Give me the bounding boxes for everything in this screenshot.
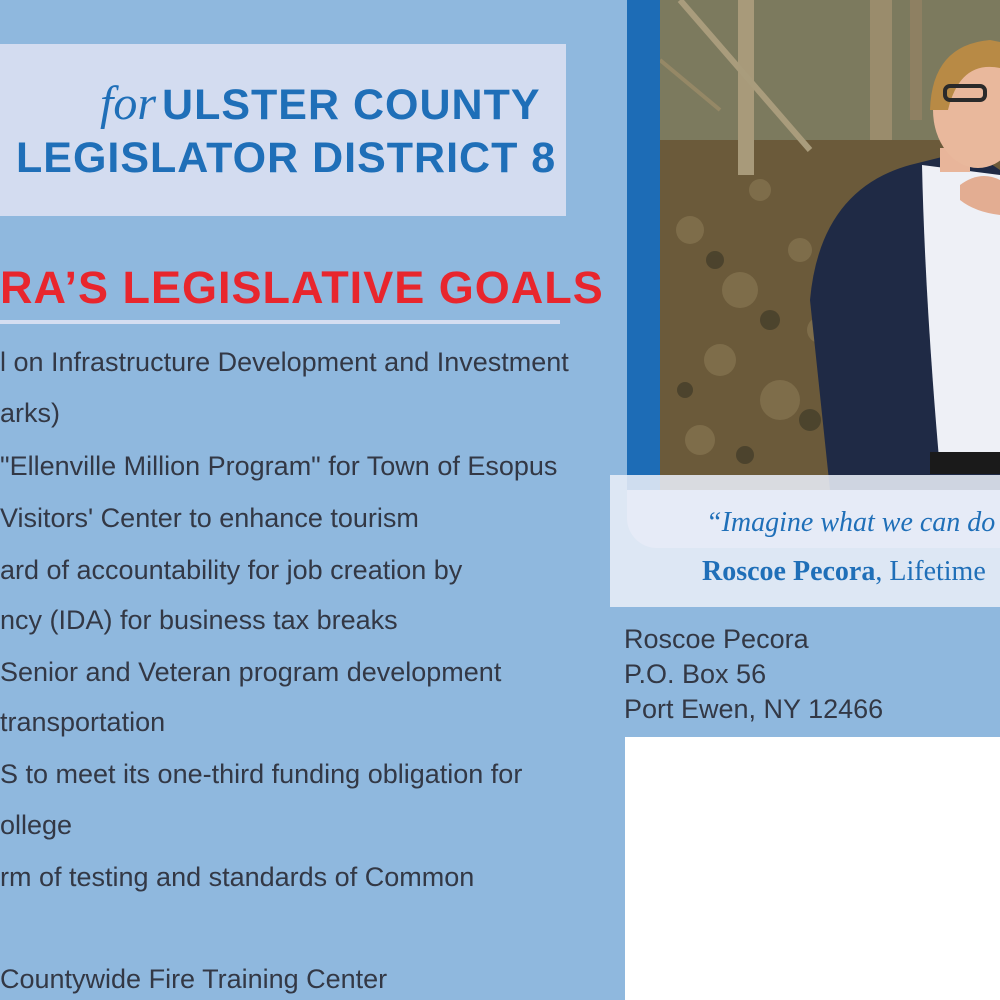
goal-line: l on Infrastructure Development and Inve… [0,347,569,377]
goal-line: transportation [0,707,166,737]
goal-line: Senior and Veteran program development [0,657,502,687]
goals-heading: RA’S LEGISLATIVE GOALS [0,262,604,313]
candidate-photo-illustration [660,0,1000,490]
goal-line: ard of accountability for job creation b… [0,555,463,585]
goal-line: ollege [0,810,73,840]
quote-author-name: Roscoe Pecora [702,556,876,587]
mailing-area [625,737,1000,1000]
goal-line: arks) [0,398,60,428]
title-line-2: LEGISLATOR DISTRICT 8 [16,134,557,182]
goals-underline [0,320,560,324]
goal-line: rm of testing and standards of Common [0,862,475,892]
return-address: Roscoe Pecora P.O. Box 56 Port Ewen, NY … [624,622,883,727]
photo-frame [627,0,1000,548]
goal-line: Visitors' Center to enhance tourism [0,503,419,533]
candidate-photo [660,0,1000,490]
quote-author-suffix: , Lifetime [875,556,986,587]
goal-line: ncy (IDA) for business tax breaks [0,605,398,635]
return-address-city: Port Ewen, NY 12466 [624,694,884,724]
quote-text: “Imagine what we can do [706,507,996,538]
goal-line: Countywide Fire Training Center [0,964,388,994]
title-line-1: for ULSTER COUNTY [100,76,541,133]
quote-author: Roscoe Pecora, Lifetime [702,553,986,591]
return-address-po-box: P.O. Box 56 [624,659,767,689]
title-for-word: for [100,77,157,130]
title-county: ULSTER COUNTY [162,81,541,129]
return-address-name: Roscoe Pecora [624,624,809,654]
goal-line: S to meet its one-third funding obligati… [0,759,523,789]
goal-line: "Ellenville Million Program" for Town of… [0,451,558,481]
